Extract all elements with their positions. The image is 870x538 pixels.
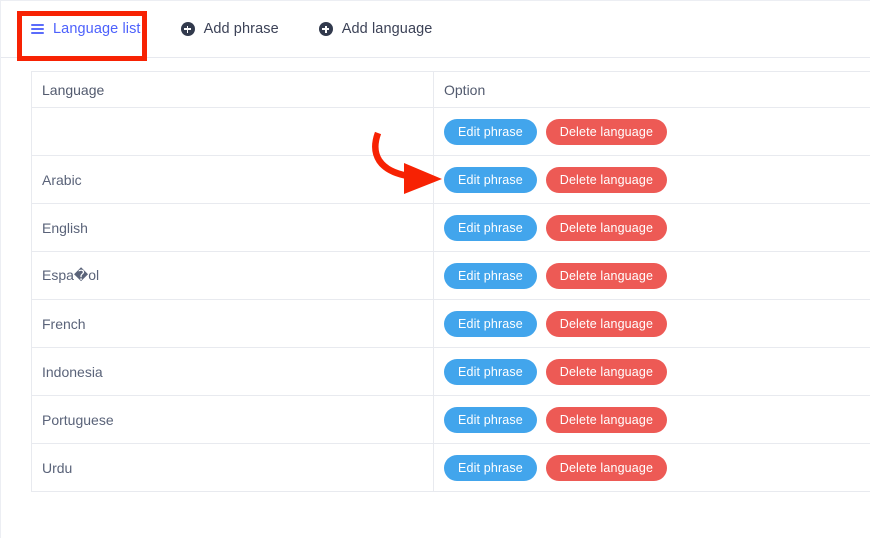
cell-language xyxy=(31,107,434,156)
delete-language-button[interactable]: Delete language xyxy=(545,406,668,433)
edit-phrase-button[interactable]: Edit phrase xyxy=(444,118,537,145)
cell-option: Edit phrase Delete language xyxy=(433,347,870,396)
cell-option: Edit phrase Delete language xyxy=(433,443,870,492)
cell-language: Urdu xyxy=(31,443,434,492)
delete-language-button[interactable]: Delete language xyxy=(545,262,668,289)
table-row: Indonesia Edit phrase Delete language xyxy=(31,347,870,396)
table-row: Edit phrase Delete language xyxy=(31,107,870,156)
edit-phrase-button[interactable]: Edit phrase xyxy=(444,454,537,481)
nav-tab-add-phrase-label: Add phrase xyxy=(203,21,279,37)
table-row: Arabic Edit phrase Delete language xyxy=(31,155,870,204)
cell-language: French xyxy=(31,299,434,348)
table-row: Portuguese Edit phrase Delete language xyxy=(31,395,870,444)
edit-phrase-button[interactable]: Edit phrase xyxy=(444,310,537,337)
cell-option: Edit phrase Delete language xyxy=(433,203,870,252)
nav-tab-language-list[interactable]: Language list xyxy=(31,1,159,57)
cell-option: Edit phrase Delete language xyxy=(433,251,870,300)
nav-tab-add-phrase[interactable]: Add phrase xyxy=(159,1,297,57)
table-body: Edit phrase Delete language Arabic Edit … xyxy=(31,107,870,492)
table-row: Urdu Edit phrase Delete language xyxy=(31,443,870,492)
nav-tab-bar: Language list Add phrase Add language xyxy=(1,1,870,58)
hamburger-icon xyxy=(31,23,44,35)
cell-option: Edit phrase Delete language xyxy=(433,155,870,204)
edit-phrase-button[interactable]: Edit phrase xyxy=(444,166,537,193)
delete-language-button[interactable]: Delete language xyxy=(545,166,668,193)
edit-phrase-button[interactable]: Edit phrase xyxy=(444,262,537,289)
language-table: Language Option Edit phrase Delete langu… xyxy=(31,71,870,492)
language-table-container: Language Option Edit phrase Delete langu… xyxy=(31,71,870,492)
cell-option: Edit phrase Delete language xyxy=(433,299,870,348)
delete-language-button[interactable]: Delete language xyxy=(545,118,668,145)
delete-language-button[interactable]: Delete language xyxy=(545,214,668,241)
table-head: Language Option xyxy=(31,71,870,108)
edit-phrase-button[interactable]: Edit phrase xyxy=(444,214,537,241)
nav-tab-add-language-label: Add language xyxy=(341,21,433,37)
cell-language: Arabic xyxy=(31,155,434,204)
cell-language: English xyxy=(31,203,434,252)
nav-tab-add-language[interactable]: Add language xyxy=(297,1,451,57)
delete-language-button[interactable]: Delete language xyxy=(545,310,668,337)
table-header-row: Language Option xyxy=(31,71,870,108)
edit-phrase-button[interactable]: Edit phrase xyxy=(444,358,537,385)
edit-phrase-button[interactable]: Edit phrase xyxy=(444,406,537,433)
table-row: French Edit phrase Delete language xyxy=(31,299,870,348)
plus-circle-icon xyxy=(180,22,195,36)
cell-language: Portuguese xyxy=(31,395,434,444)
nav-tab-language-list-label: Language list xyxy=(53,21,141,37)
plus-circle-icon xyxy=(318,22,333,36)
column-header-option: Option xyxy=(433,71,870,108)
table-row: English Edit phrase Delete language xyxy=(31,203,870,252)
cell-option: Edit phrase Delete language xyxy=(433,107,870,156)
delete-language-button[interactable]: Delete language xyxy=(545,358,668,385)
cell-option: Edit phrase Delete language xyxy=(433,395,870,444)
cell-language: Indonesia xyxy=(31,347,434,396)
table-row: Espa�ol Edit phrase Delete language xyxy=(31,251,870,300)
nav-items-container: Language list Add phrase Add language xyxy=(31,1,450,57)
column-header-language: Language xyxy=(31,71,434,108)
delete-language-button[interactable]: Delete language xyxy=(545,454,668,481)
cell-language: Espa�ol xyxy=(31,251,434,300)
page-root: Language list Add phrase Add language La… xyxy=(0,0,870,538)
